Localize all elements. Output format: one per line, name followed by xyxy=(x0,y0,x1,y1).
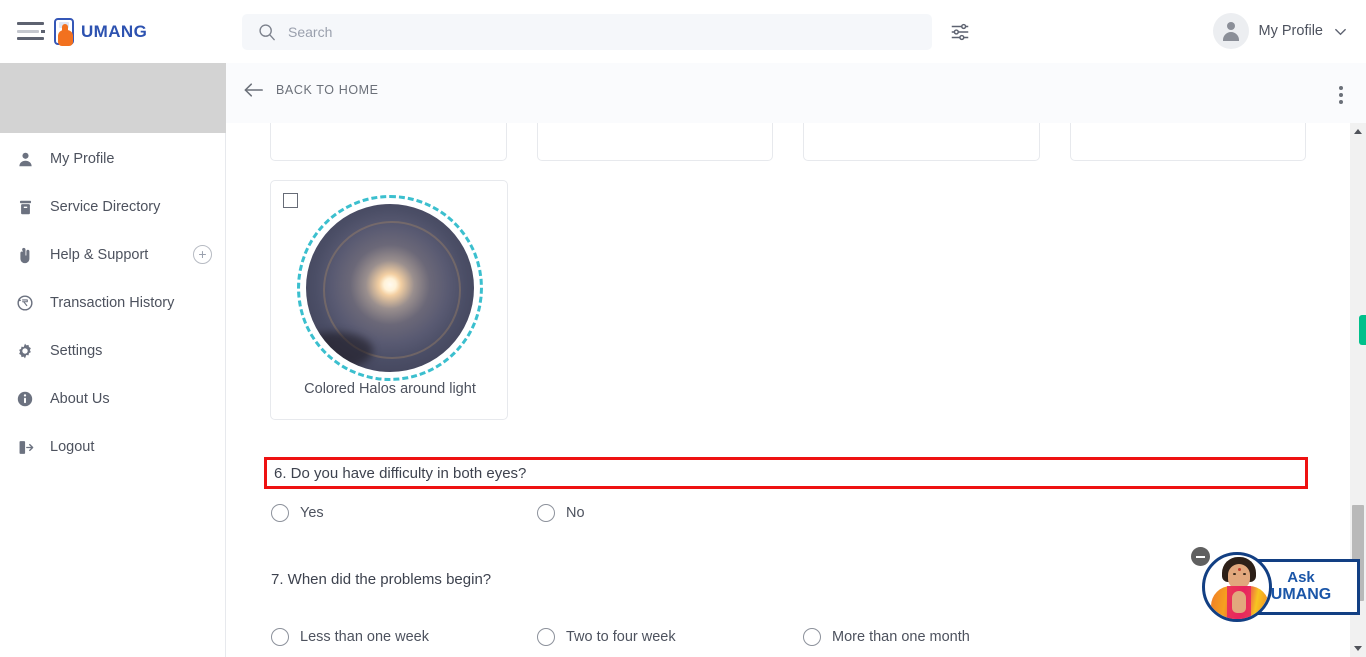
sidebar-item-logout[interactable]: Logout xyxy=(0,423,226,471)
question-6-text: 6. Do you have difficulty in both eyes? xyxy=(274,464,527,482)
scroll-up-button[interactable] xyxy=(1350,123,1366,140)
radio-label: More than one month xyxy=(832,629,970,645)
radio-label: Yes xyxy=(300,505,324,521)
search-input[interactable]: Search xyxy=(288,24,332,40)
avatar-eye-right xyxy=(1243,573,1246,575)
question-6-highlight: 6. Do you have difficulty in both eyes? xyxy=(264,457,1308,489)
minimize-bar xyxy=(1196,555,1205,558)
sidebar-item-label: Settings xyxy=(50,343,103,359)
back-to-home-button[interactable]: BACK TO HOME xyxy=(244,82,379,98)
sidebar-nav-list: My Profile Service Directory Help & Supp… xyxy=(0,135,226,471)
back-to-home-label: BACK TO HOME xyxy=(276,83,379,97)
phone-touch-icon xyxy=(54,18,74,46)
gear-icon xyxy=(14,340,36,362)
sidebar-item-service-directory[interactable]: Service Directory xyxy=(0,183,226,231)
radio-icon[interactable] xyxy=(271,628,289,646)
hamburger-line-3 xyxy=(17,37,44,40)
sidebar-item-help-support[interactable]: Help & Support + xyxy=(0,231,226,279)
radio-option-no[interactable]: No xyxy=(537,504,803,522)
rupee-history-icon xyxy=(14,292,36,314)
chevron-down-icon[interactable] xyxy=(1333,24,1348,39)
symptom-card-row-top: Light Sensitivity Headache Double Vision… xyxy=(270,123,1306,161)
avatar-eye-left xyxy=(1233,573,1236,575)
more-vertical-icon[interactable] xyxy=(1331,84,1351,106)
filter-sliders-icon[interactable] xyxy=(948,21,972,43)
user-avatar-icon xyxy=(1221,21,1241,41)
radio-icon[interactable] xyxy=(537,628,555,646)
search-icon xyxy=(259,24,275,41)
hand-icon xyxy=(58,24,73,46)
avatar-bindi xyxy=(1238,568,1241,571)
dashed-ring-overlay xyxy=(297,195,483,381)
question-7-options: Less than one week Two to four week More… xyxy=(271,628,1069,646)
info-icon xyxy=(14,388,36,410)
radio-option-yes[interactable]: Yes xyxy=(271,504,537,522)
symptom-card[interactable]: Deviation of eye xyxy=(1069,123,1306,161)
symptom-card[interactable]: Double Vision xyxy=(803,123,1040,161)
avatar xyxy=(1212,13,1249,49)
sidebar-item-label: Logout xyxy=(50,439,95,455)
avatar-namaste-hands xyxy=(1232,591,1246,613)
sidebar-item-settings[interactable]: Settings xyxy=(0,327,226,375)
question-7-text: 7. When did the problems begin? xyxy=(271,571,492,588)
symptom-card[interactable]: Headache xyxy=(536,123,773,161)
symptom-card-label: Colored Halos around light xyxy=(304,381,476,397)
side-feedback-tab[interactable] xyxy=(1359,315,1366,345)
support-hand-icon xyxy=(14,244,36,266)
radio-icon[interactable] xyxy=(271,504,289,522)
sidebar-item-label: Service Directory xyxy=(50,199,161,215)
radio-icon[interactable] xyxy=(803,628,821,646)
sidebar-item-label: Help & Support xyxy=(50,247,149,263)
plus-circle-icon[interactable]: + xyxy=(193,245,212,264)
radio-label: Two to four week xyxy=(566,629,676,645)
hamburger-icon[interactable] xyxy=(17,22,45,40)
breadcrumb: BACK TO HOME xyxy=(226,63,1366,123)
umang-logo[interactable]: UMANG xyxy=(54,18,148,46)
namaste-woman-avatar[interactable] xyxy=(1202,552,1272,622)
sidebar-item-label: About Us xyxy=(50,391,110,407)
symptom-card-colored-halos[interactable]: Colored Halos around light xyxy=(270,180,508,420)
symptom-card[interactable]: Light Sensitivity xyxy=(270,123,507,161)
sidebar-item-my-profile[interactable]: My Profile xyxy=(0,135,226,183)
logo-text: UMANG xyxy=(81,21,148,41)
minimize-icon[interactable] xyxy=(1191,547,1210,566)
ask-umang-line2: UMANG xyxy=(1270,586,1332,604)
top-header: UMANG Search My Profile xyxy=(0,0,1366,63)
sidebar-placeholder-block xyxy=(0,63,226,133)
sidebar: My Profile Service Directory Help & Supp… xyxy=(0,63,226,657)
radio-option-two-to-four-week[interactable]: Two to four week xyxy=(537,628,803,646)
hamburger-line-2 xyxy=(17,29,45,33)
search-bar[interactable]: Search xyxy=(242,14,932,50)
radio-label: No xyxy=(566,505,585,521)
triangle-down-icon xyxy=(1354,646,1362,651)
user-icon xyxy=(14,148,36,170)
kebab-dot-1 xyxy=(1339,86,1343,90)
radio-icon[interactable] xyxy=(537,504,555,522)
logout-icon xyxy=(14,436,36,458)
form-inner: Light Sensitivity Headache Double Vision… xyxy=(226,123,1328,657)
symptom-checkbox[interactable] xyxy=(283,193,298,208)
ask-umang-widget: Ask UMANG xyxy=(1188,543,1366,633)
profile-label: My Profile xyxy=(1258,23,1323,39)
radio-label: Less than one week xyxy=(300,629,429,645)
sidebar-item-label: Transaction History xyxy=(50,295,175,311)
ask-umang-line1: Ask xyxy=(1287,569,1315,587)
kebab-dot-2 xyxy=(1339,93,1343,97)
sidebar-item-about-us[interactable]: About Us xyxy=(0,375,226,423)
hamburger-line-1 xyxy=(17,22,44,25)
directory-icon xyxy=(14,196,36,218)
sidebar-item-transaction-history[interactable]: Transaction History xyxy=(0,279,226,327)
kebab-dot-3 xyxy=(1339,100,1343,104)
scroll-down-button[interactable] xyxy=(1350,640,1366,657)
arrow-left-icon xyxy=(244,83,263,97)
radio-option-less-than-one-week[interactable]: Less than one week xyxy=(271,628,537,646)
radio-option-more-than-one-month[interactable]: More than one month xyxy=(803,628,1069,646)
sidebar-item-label: My Profile xyxy=(50,151,115,167)
question-6-options: Yes No xyxy=(271,504,803,522)
triangle-up-icon xyxy=(1354,129,1362,134)
profile-menu[interactable]: My Profile xyxy=(1212,13,1348,49)
